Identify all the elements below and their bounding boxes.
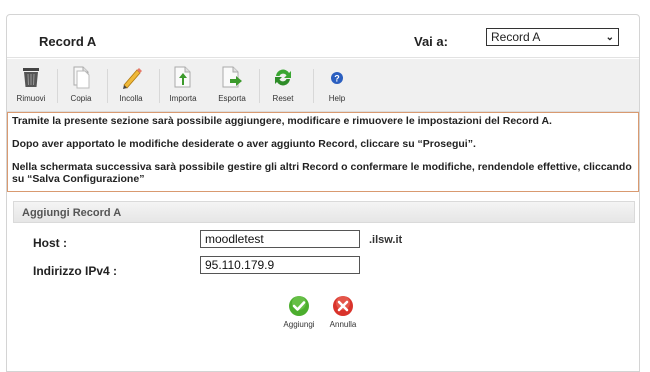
paste-button[interactable]: Incolla xyxy=(107,63,153,109)
section-header: Aggiungi Record A xyxy=(13,201,635,223)
goto-select[interactable]: Record A ⌄ xyxy=(486,28,619,46)
copy-icon xyxy=(73,66,90,89)
export-button[interactable]: Esporta xyxy=(210,63,254,109)
ipv4-label: Indirizzo IPv4 : xyxy=(33,264,118,278)
toolbar: Rimuovi Copia Incolla Importa Esporta Re… xyxy=(7,59,639,112)
ipv4-input[interactable]: 95.110.179.9 xyxy=(200,256,360,274)
host-label: Host : xyxy=(33,236,67,250)
copy-button[interactable]: Copia xyxy=(57,63,103,109)
paste-label: Incolla xyxy=(119,94,143,103)
goto-label: Vai a: xyxy=(414,34,448,49)
import-label: Importa xyxy=(169,94,197,103)
add-label: Aggiungi xyxy=(283,320,315,329)
svg-text:?: ? xyxy=(334,74,340,84)
panel-header: Record A Vai a: Record A ⌄ xyxy=(7,15,639,58)
checkmark-icon xyxy=(289,296,309,316)
host-input[interactable]: moodletest xyxy=(200,230,360,248)
add-button[interactable]: Aggiungi xyxy=(278,295,320,329)
reset-button[interactable]: Reset xyxy=(259,63,305,109)
trash-icon xyxy=(23,68,39,87)
import-button[interactable]: Importa xyxy=(159,63,205,109)
page-title: Record A xyxy=(39,34,97,49)
cancel-label: Annulla xyxy=(329,320,357,329)
help-icon: ? xyxy=(331,72,343,84)
goto-selected-value: Record A xyxy=(491,30,541,44)
reset-label: Reset xyxy=(272,94,294,103)
help-button[interactable]: ? Help xyxy=(313,63,359,109)
help-label: Help xyxy=(328,94,346,103)
paste-pencil-icon xyxy=(123,68,142,89)
info-text-2: Dopo aver apportato le modifiche desider… xyxy=(12,138,476,150)
cancel-button[interactable]: Annulla xyxy=(322,295,364,329)
copy-label: Copia xyxy=(70,94,92,103)
info-text-3: Nella schermata successiva sarà possibil… xyxy=(12,161,632,185)
record-a-panel: Record A Vai a: Record A ⌄ Rimuovi Copia… xyxy=(6,14,640,372)
close-icon xyxy=(333,296,353,316)
export-icon xyxy=(222,66,242,88)
import-icon xyxy=(174,66,191,88)
remove-button[interactable]: Rimuovi xyxy=(9,63,53,109)
export-label: Esporta xyxy=(218,94,246,103)
remove-label: Rimuovi xyxy=(16,94,46,103)
info-box: Tramite la presente sezione sarà possibi… xyxy=(7,112,639,192)
info-text-1: Tramite la presente sezione sarà possibi… xyxy=(12,115,552,127)
reset-icon xyxy=(275,69,291,86)
chevron-down-icon: ⌄ xyxy=(605,31,614,43)
host-domain-suffix: .ilsw.it xyxy=(369,234,403,246)
